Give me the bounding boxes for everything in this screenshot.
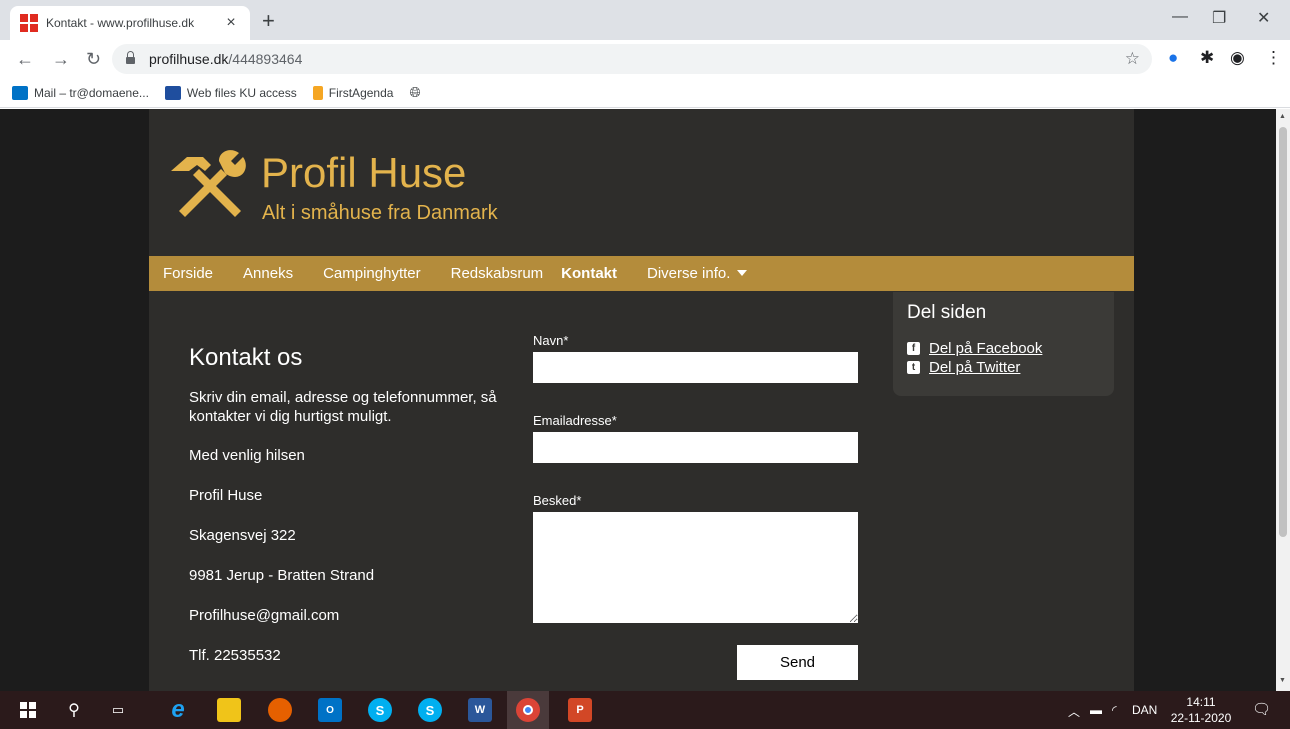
- clock-time: 14:11: [1186, 695, 1216, 709]
- hammer-wrench-logo-icon[interactable]: [169, 149, 249, 219]
- site-tagline: Alt i småhuse fra Danmark: [262, 202, 498, 224]
- scroll-up-icon[interactable]: ▲: [1279, 113, 1286, 120]
- contact-intro: Skriv din email, adresse og telefonnumme…: [189, 389, 497, 425]
- twitter-icon: t: [907, 361, 920, 374]
- facebook-icon: f: [907, 342, 920, 355]
- web-files-icon: [164, 85, 181, 100]
- task-view-icon[interactable]: ▭: [106, 698, 130, 722]
- minimize-icon[interactable]: —: [1172, 8, 1188, 26]
- clock-date: 22-11-2020: [1170, 711, 1232, 725]
- nav-forside[interactable]: Forside: [163, 265, 213, 282]
- name-label: Navn*: [533, 333, 569, 348]
- contact-phone: Tlf. 22535532: [189, 647, 281, 664]
- battery-icon[interactable]: ▬: [1090, 703, 1102, 717]
- profile-avatar-icon[interactable]: ◉: [1230, 48, 1245, 68]
- firstagenda-icon: [312, 85, 323, 100]
- search-icon[interactable]: ⚲: [62, 698, 86, 722]
- message-label: Besked*: [533, 493, 582, 508]
- windows-start-icon[interactable]: [16, 698, 40, 722]
- browser-toolbar: ← → ↻ profilhuse.dk/444893464 ☆: [0, 40, 1290, 78]
- system-clock[interactable]: 14:11 22-11-2020: [1168, 694, 1234, 726]
- powerpoint-icon[interactable]: P: [568, 698, 592, 722]
- main-navigation: Forside Anneks Campinghytter Redskabsrum…: [149, 256, 1134, 291]
- message-textarea[interactable]: [533, 512, 858, 623]
- site-container: Profil Huse Alt i småhuse fra Danmark Fo…: [149, 109, 1134, 691]
- forward-icon[interactable]: →: [52, 49, 70, 70]
- bookmarks-bar: Mail – tr@domaene... Web files KU access…: [0, 78, 1290, 108]
- email-label: Emailadresse*: [533, 413, 617, 428]
- nav-kontakt[interactable]: Kontakt: [561, 265, 617, 282]
- skype-icon[interactable]: S: [368, 698, 392, 722]
- firefox-icon[interactable]: [268, 698, 292, 722]
- send-button[interactable]: Send: [737, 645, 858, 680]
- chrome-icon[interactable]: [516, 698, 540, 722]
- edge-icon[interactable]: e: [166, 696, 190, 723]
- contact-greeting: Med venlig hilsen: [189, 447, 305, 464]
- extension-icon[interactable]: ●: [1168, 48, 1178, 68]
- scrollbar-thumb[interactable]: [1279, 127, 1287, 537]
- back-icon[interactable]: ←: [16, 49, 34, 70]
- name-input[interactable]: [533, 352, 858, 383]
- bookmark-label: Web files KU access: [186, 85, 297, 100]
- share-facebook-label: Del på Facebook: [929, 340, 1043, 357]
- language-indicator[interactable]: DAN: [1132, 703, 1157, 717]
- address-bar[interactable]: profilhuse.dk/444893464 ☆: [112, 44, 1152, 74]
- notifications-icon[interactable]: 🗨︎: [1252, 700, 1271, 718]
- site-brand-title[interactable]: Profil Huse: [261, 149, 466, 197]
- contact-city: 9981 Jerup - Bratten Strand: [189, 567, 375, 584]
- outlook-icon[interactable]: O: [318, 698, 342, 722]
- contact-heading: Kontakt os: [189, 344, 303, 371]
- caret-down-icon: [737, 270, 748, 277]
- windows-taskbar: ⚲ ▭ e O S S W P ︿ ▬ ◜ DAN 14:11 22-11-20…: [0, 691, 1290, 729]
- bookmark-star-icon[interactable]: ☆: [1125, 49, 1140, 69]
- bookmark-mail[interactable]: Mail – tr@domaene...: [12, 85, 149, 100]
- contact-email: Profilhuse@gmail.com: [189, 607, 340, 624]
- nav-diverse-info-label: Diverse info.: [647, 264, 731, 282]
- share-twitter-label: Del på Twitter: [929, 359, 1021, 376]
- bookmark-label: FirstAgenda: [328, 85, 394, 100]
- url-domain: profilhuse.dk: [149, 51, 229, 67]
- page-scrollbar[interactable]: ▲ ▼: [1276, 109, 1290, 691]
- contact-street: Skagensvej 322: [189, 527, 296, 544]
- email-input[interactable]: [533, 432, 858, 463]
- scroll-down-icon[interactable]: ▼: [1279, 677, 1286, 684]
- tab-close-icon[interactable]: ×: [222, 14, 240, 32]
- contact-info: Kontakt os Skriv din email, adresse og t…: [189, 344, 509, 686]
- nav-anneks[interactable]: Anneks: [243, 265, 293, 282]
- wifi-icon[interactable]: ◜: [1112, 703, 1117, 717]
- bookmark-label: Mail – tr@domaene...: [34, 85, 149, 100]
- page-viewport: Profil Huse Alt i småhuse fra Danmark Fo…: [0, 109, 1276, 691]
- contact-form: Navn* Emailadresse* Besked* Send: [533, 333, 858, 680]
- url-path: /444893464: [228, 51, 303, 67]
- site-header: Profil Huse Alt i småhuse fra Danmark: [149, 109, 1134, 256]
- bookmark-firstagenda[interactable]: FirstAgenda: [312, 85, 394, 100]
- share-facebook-link[interactable]: f Del på Facebook: [907, 340, 1100, 357]
- close-window-icon[interactable]: ✕: [1257, 8, 1270, 28]
- word-icon[interactable]: W: [468, 698, 492, 722]
- site-favicon-icon: [20, 14, 38, 32]
- contact-company: Profil Huse: [189, 487, 263, 504]
- skype-business-icon[interactable]: S: [418, 698, 442, 722]
- nav-redskabsrum[interactable]: Redskabsrum: [451, 265, 544, 282]
- nav-campinghytter[interactable]: Campinghytter: [323, 265, 421, 282]
- share-box: Del siden f Del på Facebook t Del på Twi…: [893, 292, 1114, 396]
- bookmark-web-files[interactable]: Web files KU access: [164, 85, 297, 100]
- extensions-puzzle-icon[interactable]: ✱: [1200, 48, 1214, 68]
- share-twitter-link[interactable]: t Del på Twitter: [907, 359, 1100, 376]
- bookmark-globe[interactable]: 🌐︎: [409, 84, 420, 101]
- tray-chevron-icon[interactable]: ︿: [1068, 703, 1080, 720]
- share-title: Del siden: [907, 302, 987, 323]
- globe-icon: 🌐︎: [409, 84, 421, 100]
- browser-tab-strip: Kontakt - www.profilhuse.dk × + — ❐ ✕: [0, 0, 1290, 40]
- lock-icon: [126, 50, 135, 64]
- tab-title: Kontakt - www.profilhuse.dk: [46, 16, 195, 30]
- menu-kebab-icon[interactable]: ⋮: [1265, 48, 1282, 68]
- restore-icon[interactable]: ❐: [1212, 8, 1226, 28]
- outlook-icon: [12, 85, 28, 100]
- new-tab-button[interactable]: +: [262, 8, 275, 34]
- nav-diverse-info[interactable]: Diverse info.: [647, 264, 748, 283]
- reload-icon[interactable]: ↻: [86, 49, 101, 70]
- browser-tab[interactable]: Kontakt - www.profilhuse.dk ×: [10, 6, 250, 40]
- file-explorer-icon[interactable]: [217, 698, 241, 722]
